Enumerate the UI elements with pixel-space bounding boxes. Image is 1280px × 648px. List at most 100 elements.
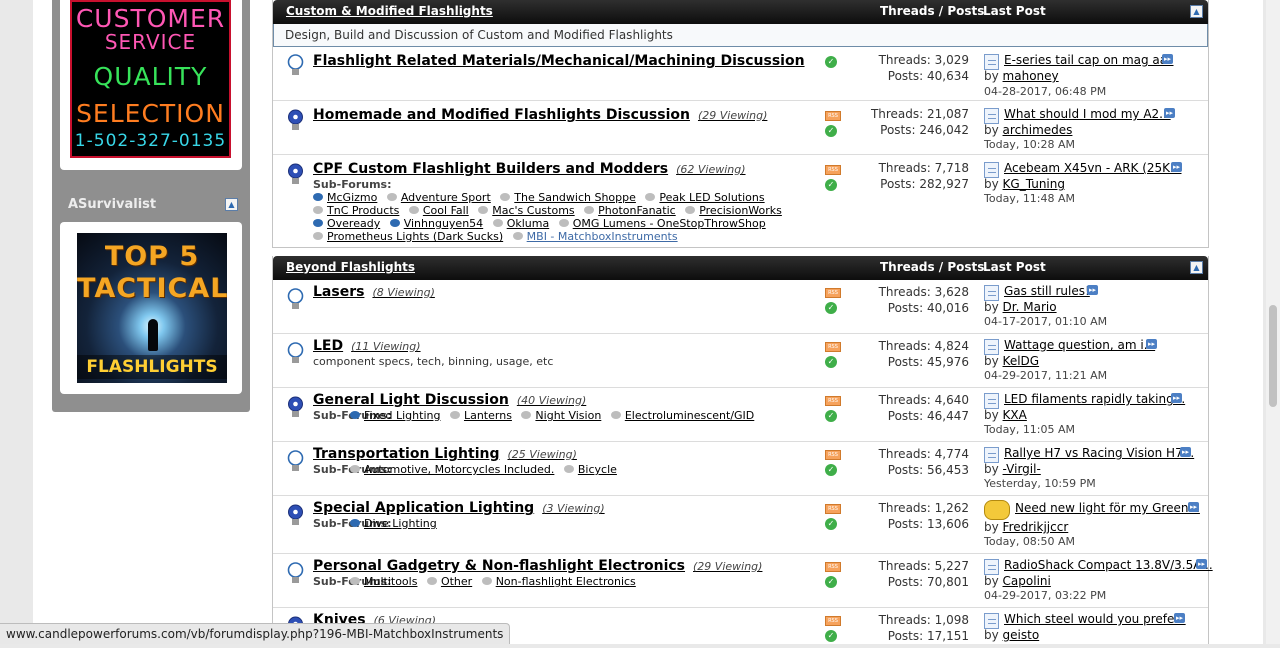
last-post-date: 04-29-2017, 11:21 AM: [984, 369, 1108, 382]
customer-service-ad[interactable]: CUSTOMER SERVICE QUALITY SELECTION 1-502…: [70, 0, 231, 158]
goto-last-post-icon[interactable]: ▸▸: [1171, 162, 1182, 172]
threads-count: Threads: 5,227: [878, 559, 969, 573]
rss-icon[interactable]: RSS: [825, 396, 841, 406]
forum-title[interactable]: General Light Discussion (40 Viewing): [313, 392, 586, 408]
subforum-link[interactable]: OMG Lumens - OneStopThrowShop: [573, 217, 766, 230]
subforum-link[interactable]: Mac's Customs: [492, 204, 574, 217]
goto-last-post-icon[interactable]: ▸▸: [1087, 285, 1098, 295]
last-post-date: 04-29-2017, 03:22 PM: [984, 589, 1107, 602]
subforum-link[interactable]: Dive Lighting: [364, 517, 437, 530]
collapse-icon[interactable]: ▲: [1190, 261, 1203, 274]
subforum-link[interactable]: Oveready: [327, 217, 380, 230]
scrollbar-thumb[interactable]: [1269, 305, 1277, 407]
rss-icon[interactable]: RSS: [825, 562, 841, 572]
collapse-icon[interactable]: ▲: [1190, 5, 1203, 18]
goto-last-post-icon[interactable]: ▸▸: [1188, 502, 1199, 512]
category-title[interactable]: Beyond Flashlights: [286, 260, 415, 274]
last-post-user[interactable]: Fredrikjjccr: [1003, 520, 1069, 534]
rss-icon[interactable]: RSS: [825, 111, 841, 121]
forum-title[interactable]: Special Application Lighting (3 Viewing): [313, 500, 605, 516]
last-post-title[interactable]: What should I mod my A2...: [1004, 107, 1171, 121]
forum-title[interactable]: Homemade and Modified Flashlights Discus…: [313, 107, 767, 123]
subforum-icon: [350, 577, 360, 585]
subforum-link[interactable]: Vinhnguyen54: [404, 217, 483, 230]
subforum-new-icon: [313, 193, 323, 201]
subforum-link[interactable]: Cool Fall: [423, 204, 469, 217]
goto-last-post-icon[interactable]: ▸▸: [1180, 447, 1191, 457]
last-post-title[interactable]: Need new light för my Green...: [1015, 501, 1200, 515]
goto-last-post-icon[interactable]: ▸▸: [1162, 54, 1173, 64]
last-post-date: Yesterday, 10:59 PM: [984, 477, 1096, 490]
last-post-user[interactable]: KXA: [1003, 408, 1027, 422]
forum-title[interactable]: Transportation Lighting (25 Viewing): [313, 446, 577, 462]
subforum-link[interactable]: Bicycle: [578, 463, 617, 476]
subforum-link[interactable]: Okluma: [507, 217, 550, 230]
page-scrollbar[interactable]: [1266, 0, 1280, 644]
goto-last-post-icon[interactable]: ▸▸: [1164, 108, 1175, 118]
post-icon: [984, 393, 999, 409]
subforum-list: Dive Lighting: [344, 517, 437, 530]
last-post-user[interactable]: Capolini: [1003, 574, 1051, 588]
rss-icon[interactable]: RSS: [825, 165, 841, 175]
goto-last-post-icon[interactable]: ▸▸: [1171, 393, 1182, 403]
forum-title[interactable]: LED (11 Viewing): [313, 338, 421, 354]
tactical-flashlights-ad[interactable]: TOP 5 TACTICAL FLASHLIGHTS: [77, 233, 227, 383]
subforum-link[interactable]: TnC Products: [327, 204, 399, 217]
last-post-user[interactable]: -Virgil-: [1003, 462, 1041, 476]
last-post-user[interactable]: mahoney: [1003, 69, 1059, 83]
last-post-title[interactable]: Gas still rules!: [1004, 284, 1090, 298]
subforum-link[interactable]: Lanterns: [464, 409, 512, 422]
last-post-title[interactable]: Rallye H7 vs Racing Vision H7...: [1004, 446, 1194, 460]
subforum-link[interactable]: Automotive, Motorcycles Included.: [364, 463, 554, 476]
forum-title[interactable]: CPF Custom Flashlight Builders and Modde…: [313, 161, 746, 177]
last-post-user[interactable]: geisto: [1003, 628, 1040, 642]
threads-count: Threads: 1,098: [878, 613, 969, 627]
ad-text-customer: CUSTOMER: [75, 4, 226, 33]
goto-last-post-icon[interactable]: ▸▸: [1146, 339, 1157, 349]
subforum-link[interactable]: Night Vision: [535, 409, 601, 422]
subforum-link[interactable]: McGizmo: [327, 191, 377, 204]
goto-last-post-icon[interactable]: ▸▸: [1196, 559, 1207, 569]
subforum-link[interactable]: Prometheus Lights (Dark Sucks): [327, 230, 503, 243]
forum-stats: Threads: 3,029 Posts: 40,634: [843, 52, 969, 84]
last-post-title[interactable]: LED filaments rapidly taking...: [1004, 392, 1185, 406]
rss-icon[interactable]: RSS: [825, 616, 841, 626]
subforum-link[interactable]: Other: [441, 575, 472, 588]
subforum-link[interactable]: Multitools: [364, 575, 417, 588]
forum-ok-icon: ✓: [825, 125, 837, 137]
last-post-user[interactable]: KelDG: [1003, 354, 1040, 368]
category-title[interactable]: Custom & Modified Flashlights: [286, 4, 493, 18]
rss-icon[interactable]: RSS: [825, 504, 841, 514]
subforum-icon: [563, 465, 574, 473]
forum-title[interactable]: Personal Gadgetry & Non-flashlight Elect…: [313, 558, 762, 574]
forum-row: Transportation Lighting(25 Viewing) Sub-…: [273, 442, 1208, 496]
posts-count: Posts: 40,016: [887, 301, 969, 315]
subforum-link[interactable]: The Sandwich Shoppe: [514, 191, 636, 204]
rss-icon[interactable]: RSS: [825, 450, 841, 460]
last-post-title[interactable]: Wattage question, am i...: [1004, 338, 1155, 352]
forum-title[interactable]: Lasers (8 Viewing): [313, 284, 435, 300]
last-post-title[interactable]: RadioShack Compact 13.8V/3.5A...: [1004, 558, 1213, 572]
last-post-title[interactable]: Which steel would you prefer?: [1004, 612, 1186, 626]
subforum-link[interactable]: PhotonFanatic: [598, 204, 676, 217]
subforum-link[interactable]: Peak LED Solutions: [659, 191, 764, 204]
last-post-title[interactable]: Acebeam X45vn - ARK (25K...: [1004, 161, 1182, 175]
last-post-user[interactable]: archimedes: [1003, 123, 1073, 137]
last-post-user[interactable]: Dr. Mario: [1003, 300, 1057, 314]
collapse-icon[interactable]: ▲: [225, 198, 238, 211]
forum-title[interactable]: Flashlight Related Materials/Mechanical/…: [313, 53, 805, 69]
last-post-by: by KXA: [984, 408, 1027, 422]
last-post-title[interactable]: E-series tail cap on mag aa?: [1004, 53, 1174, 67]
rss-icon[interactable]: RSS: [825, 342, 841, 352]
subforum-link[interactable]: Fixed Lighting: [364, 409, 440, 422]
subforum-link[interactable]: PrecisionWorks: [699, 204, 782, 217]
forum-old-bulb-icon: [287, 288, 304, 309]
subforum-link[interactable]: Electroluminescent/GID: [625, 409, 754, 422]
last-post-user[interactable]: KG_Tuning: [1003, 177, 1065, 191]
subforum-link[interactable]: Adventure Sport: [401, 191, 491, 204]
goto-last-post-icon[interactable]: ▸▸: [1174, 613, 1185, 623]
rss-icon[interactable]: RSS: [825, 288, 841, 298]
subforum-link[interactable]: Non-flashlight Electronics: [496, 575, 636, 588]
subforum-new-icon: [389, 219, 400, 227]
subforum-link-hovered[interactable]: MBI - MatchboxInstruments: [527, 230, 678, 243]
